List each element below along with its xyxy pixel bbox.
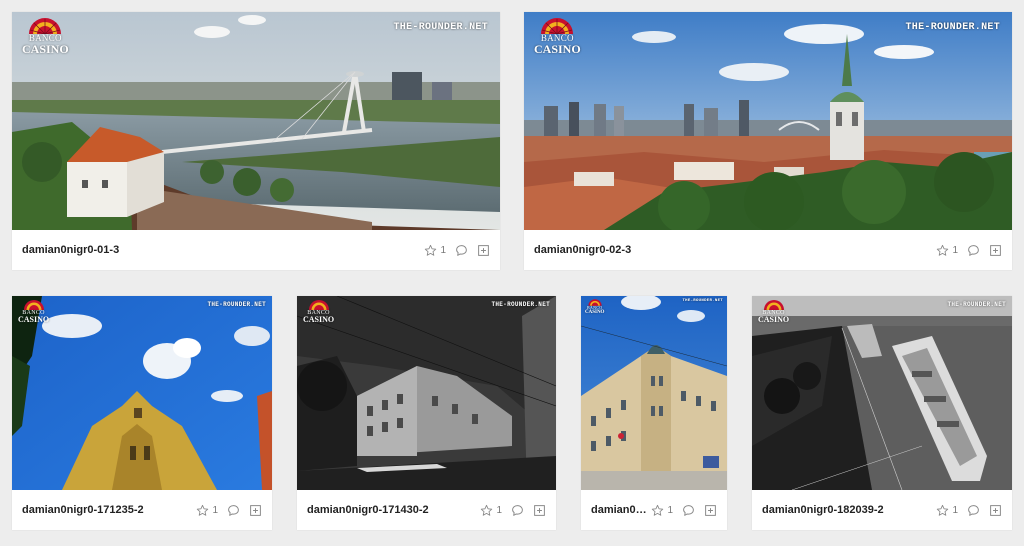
watermark-text: THE-ROUNDER.NET [682,299,723,303]
star-icon [480,504,493,517]
favorite-button[interactable]: 1 [936,504,958,517]
thumbnail-image[interactable] [297,296,556,490]
add-to-collection-icon[interactable] [704,504,717,517]
card-footer: damian0nigr0-01-3 1 [12,230,500,270]
logo-text-casino: CASINO [303,315,335,324]
thumbnail-image[interactable] [752,296,1012,490]
comment-bubble-icon[interactable] [967,244,980,257]
card-footer: damian0… 1 [581,490,727,530]
image-title[interactable]: damian0nigr0-182039-2 [762,504,936,516]
favorite-button[interactable]: 1 [424,244,446,257]
gallery-card: BANCO CASINO THE-ROUNDER.NET damian0nigr… [297,296,556,530]
logo-text-casino: CASINO [758,315,790,324]
cathedral-cityscape-photo [524,12,1012,230]
thumbnail-image[interactable] [12,296,272,490]
logo-text-casino: CASINO [534,42,581,56]
card-actions: 1 [480,504,546,517]
thumbnail-image[interactable] [581,296,727,490]
watermark-text: THE-ROUNDER.NET [393,22,488,33]
gallery-card: BANCO CASINO THE-ROUNDER.NET damian0nigr… [12,12,500,270]
casino-fan-icon [541,18,574,34]
yellow-building-sky-photo [12,296,272,490]
thumbnail-image[interactable] [524,12,1012,230]
card-footer: damian0nigr0-171235-2 1 [12,490,272,530]
card-footer: damian0nigr0-171430-2 1 [297,490,556,530]
add-to-collection-icon[interactable] [989,504,1002,517]
casino-fan-icon [29,18,62,34]
gallery-card: BANCO CASINO THE-ROUNDER.NET damian0nigr… [524,12,1012,270]
star-icon [196,504,209,517]
favorite-button[interactable]: 1 [480,504,502,517]
card-actions: 1 [424,244,490,257]
casino-fan-icon [763,300,784,310]
card-actions: 1 [936,504,1002,517]
favorite-count: 1 [952,504,958,516]
favorite-count: 1 [440,244,446,256]
card-actions: 1 [936,244,1002,257]
star-icon [936,504,949,517]
banco-casino-logo: BANCO CASINO [534,18,581,55]
comment-bubble-icon[interactable] [682,504,695,517]
banco-casino-logo: BANCO CASINO [18,300,49,324]
add-to-collection-icon[interactable] [533,504,546,517]
banco-casino-logo: BANCO CASINO [585,299,604,315]
favorite-count: 1 [952,244,958,256]
logo-text-casino: CASINO [22,42,69,56]
corner-building-photo [581,296,727,490]
favorite-button[interactable]: 1 [651,504,673,517]
comment-bubble-icon[interactable] [967,504,980,517]
add-to-collection-icon[interactable] [477,244,490,257]
comment-bubble-icon[interactable] [227,504,240,517]
bw-river-ship-photo [752,296,1012,490]
casino-fan-icon [308,300,329,310]
image-title[interactable]: damian0nigr0-171430-2 [307,504,480,516]
star-icon [424,244,437,257]
card-footer: damian0nigr0-182039-2 1 [752,490,1012,530]
watermark-text: THE-ROUNDER.NET [207,301,266,308]
banco-casino-logo: BANCO CASINO [303,300,334,324]
logo-text-casino: CASINO [18,315,50,324]
image-title[interactable]: damian0nigr0-01-3 [22,244,424,256]
card-footer: damian0nigr0-02-3 1 [524,230,1012,270]
comment-bubble-icon[interactable] [511,504,524,517]
bridge-river-photo [12,12,500,230]
card-actions: 1 [651,504,717,517]
watermark-text: THE-ROUNDER.NET [905,22,1000,33]
logo-text-casino: CASINO [585,310,605,315]
add-to-collection-icon[interactable] [249,504,262,517]
image-title[interactable]: damian0nigr0-171235-2 [22,504,196,516]
watermark-text: THE-ROUNDER.NET [491,301,550,308]
favorite-button[interactable]: 1 [936,244,958,257]
casino-fan-icon [23,300,44,310]
image-title[interactable]: damian0nigr0-02-3 [534,244,936,256]
banco-casino-logo: BANCO CASINO [22,18,69,55]
favorite-count: 1 [212,504,218,516]
image-title[interactable]: damian0… [591,504,651,516]
gallery-card: BANCO CASINO THE-ROUNDER.NET damian0… 1 [581,296,727,530]
gallery-card: BANCO CASINO THE-ROUNDER.NET damian0nigr… [752,296,1012,530]
bw-street-building-photo [297,296,556,490]
thumbnail-image[interactable] [12,12,500,230]
comment-bubble-icon[interactable] [455,244,468,257]
gallery-card: BANCO CASINO THE-ROUNDER.NET damian0nigr… [12,296,272,530]
favorite-count: 1 [496,504,502,516]
banco-casino-logo: BANCO CASINO [758,300,789,324]
star-icon [651,504,664,517]
star-icon [936,244,949,257]
favorite-count: 1 [667,504,673,516]
add-to-collection-icon[interactable] [989,244,1002,257]
card-actions: 1 [196,504,262,517]
watermark-text: THE-ROUNDER.NET [947,301,1006,308]
favorite-button[interactable]: 1 [196,504,218,517]
